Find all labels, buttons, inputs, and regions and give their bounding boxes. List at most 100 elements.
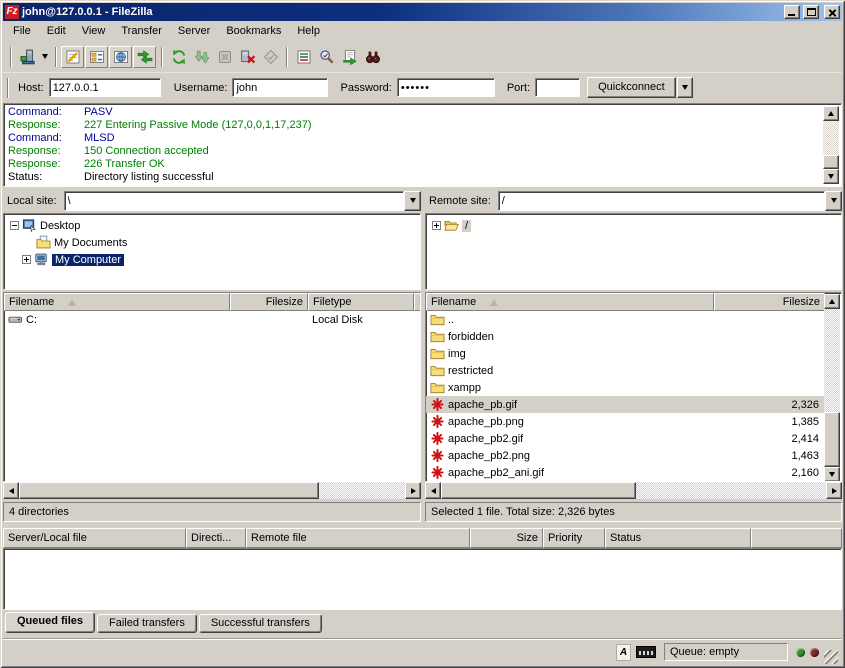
queue-list[interactable]	[3, 548, 842, 610]
app-logo-icon: Fz	[5, 5, 19, 19]
host-input[interactable]	[49, 78, 161, 97]
menu-bookmarks[interactable]: Bookmarks	[218, 22, 289, 40]
local-site-bar: Local site:	[3, 190, 421, 211]
tab-queued-files[interactable]: Queued files	[5, 612, 95, 633]
toggle-local-tree-button[interactable]	[85, 46, 108, 68]
scroll-down-button[interactable]	[824, 467, 840, 482]
column-last-modified[interactable]: L	[414, 293, 421, 311]
menu-help[interactable]: Help	[289, 22, 328, 40]
cancel-button[interactable]	[213, 46, 236, 68]
remote-site-input[interactable]	[498, 191, 825, 211]
scroll-track[interactable]	[441, 482, 826, 499]
toggle-remote-tree-button[interactable]	[109, 46, 132, 68]
column-filename[interactable]: Filename	[4, 293, 230, 311]
compare-directories-button[interactable]	[315, 46, 338, 68]
image-file-icon	[430, 431, 445, 446]
column-size[interactable]: Size	[470, 528, 543, 548]
scroll-left-button[interactable]	[425, 482, 441, 499]
scroll-up-button[interactable]	[824, 294, 840, 309]
file-row[interactable]: apache_pb2_ani.gif 2,160	[426, 464, 825, 481]
column-server-local-file[interactable]: Server/Local file	[3, 528, 186, 548]
file-row[interactable]: restricted	[426, 362, 825, 379]
scroll-down-button[interactable]	[823, 169, 839, 184]
column-filesize[interactable]: Filesize	[714, 293, 825, 311]
expand-icon[interactable]	[432, 221, 441, 230]
search-button[interactable]	[361, 46, 384, 68]
column-filename[interactable]: Filename	[426, 293, 714, 311]
resize-grip[interactable]	[824, 650, 838, 664]
menu-view[interactable]: View	[74, 22, 114, 40]
tree-item-my-computer[interactable]: My Computer	[4, 251, 420, 268]
synchronized-browsing-button[interactable]	[338, 46, 361, 68]
directory-listing-filter-button[interactable]	[292, 46, 315, 68]
column-filetype[interactable]: Filetype	[308, 293, 414, 311]
local-site-dropdown[interactable]	[404, 191, 421, 211]
status-bar: A Queue: empty	[3, 638, 842, 665]
scroll-thumb[interactable]	[824, 412, 840, 467]
scroll-track[interactable]	[823, 121, 839, 169]
quickbar-grip	[7, 78, 9, 98]
scroll-track[interactable]	[19, 482, 405, 499]
tab-successful-transfers[interactable]: Successful transfers	[199, 614, 322, 633]
file-row-selected[interactable]: apache_pb.gif 2,326	[426, 396, 825, 413]
toggle-transfer-queue-button[interactable]	[133, 46, 156, 68]
site-manager-button[interactable]	[16, 46, 39, 68]
disconnect-button[interactable]	[236, 46, 259, 68]
scroll-up-button[interactable]	[823, 106, 839, 121]
toggle-message-log-button[interactable]	[61, 46, 84, 68]
remote-horizontal-scrollbar[interactable]	[425, 482, 842, 499]
column-filesize[interactable]: Filesize	[230, 293, 308, 311]
menu-edit[interactable]: Edit	[39, 22, 74, 40]
file-row[interactable]: apache_pb2.gif 2,414	[426, 430, 825, 447]
column-status[interactable]: Status	[605, 528, 751, 548]
remote-vertical-scrollbar[interactable]	[824, 294, 840, 482]
local-tree-icon	[89, 49, 105, 65]
transfer-type-indicator-icon[interactable]: A	[616, 644, 631, 661]
menu-transfer[interactable]: Transfer	[113, 22, 170, 40]
maximize-button[interactable]	[803, 5, 819, 19]
file-row[interactable]: forbidden	[426, 328, 825, 345]
process-queue-button[interactable]	[190, 46, 213, 68]
scroll-right-button[interactable]	[826, 482, 842, 499]
menu-file[interactable]: File	[5, 22, 39, 40]
minimize-button[interactable]	[784, 5, 800, 19]
scroll-thumb[interactable]	[441, 482, 636, 499]
scroll-left-button[interactable]	[3, 482, 19, 499]
expand-icon[interactable]	[22, 255, 31, 264]
file-row[interactable]: apache_pb.png 1,385	[426, 413, 825, 430]
scroll-thumb[interactable]	[19, 482, 319, 499]
file-row[interactable]: apache_pb2.png 1,463	[426, 447, 825, 464]
port-input[interactable]	[535, 78, 580, 97]
username-input[interactable]	[232, 78, 328, 97]
column-remote-file[interactable]: Remote file	[246, 528, 470, 548]
file-row[interactable]: img	[426, 345, 825, 362]
close-button[interactable]	[824, 5, 840, 19]
tree-item-desktop[interactable]: Desktop	[4, 217, 420, 234]
collapse-icon[interactable]	[10, 221, 19, 230]
remote-site-dropdown[interactable]	[825, 191, 842, 211]
column-priority[interactable]: Priority	[543, 528, 605, 548]
site-manager-dropdown[interactable]	[39, 46, 51, 68]
scroll-right-button[interactable]	[405, 482, 421, 499]
process-queue-icon	[194, 49, 210, 65]
scroll-track[interactable]	[824, 309, 840, 467]
scroll-thumb[interactable]	[823, 155, 839, 169]
file-row-c-drive[interactable]: C: Local Disk	[4, 311, 420, 328]
file-row[interactable]: xampp	[426, 379, 825, 396]
menu-server[interactable]: Server	[170, 22, 218, 40]
refresh-button[interactable]	[167, 46, 190, 68]
quickconnect-button[interactable]: Quickconnect	[587, 77, 676, 98]
quickconnect-dropdown[interactable]	[677, 77, 693, 98]
tree-item-my-documents[interactable]: My Documents	[4, 234, 420, 251]
column-direction[interactable]: Directi...	[186, 528, 246, 548]
password-input[interactable]	[397, 78, 495, 97]
local-list-header: Filename Filesize Filetype L	[4, 293, 420, 311]
local-horizontal-scrollbar[interactable]	[3, 482, 421, 499]
log-vertical-scrollbar[interactable]	[823, 106, 839, 184]
tab-failed-transfers[interactable]: Failed transfers	[97, 614, 197, 633]
tree-item-root[interactable]: /	[426, 217, 841, 234]
reconnect-button[interactable]	[259, 46, 282, 68]
local-site-input[interactable]	[64, 191, 404, 211]
speedlimit-indicator-icon[interactable]	[636, 646, 656, 658]
file-row[interactable]: ..	[426, 311, 825, 328]
